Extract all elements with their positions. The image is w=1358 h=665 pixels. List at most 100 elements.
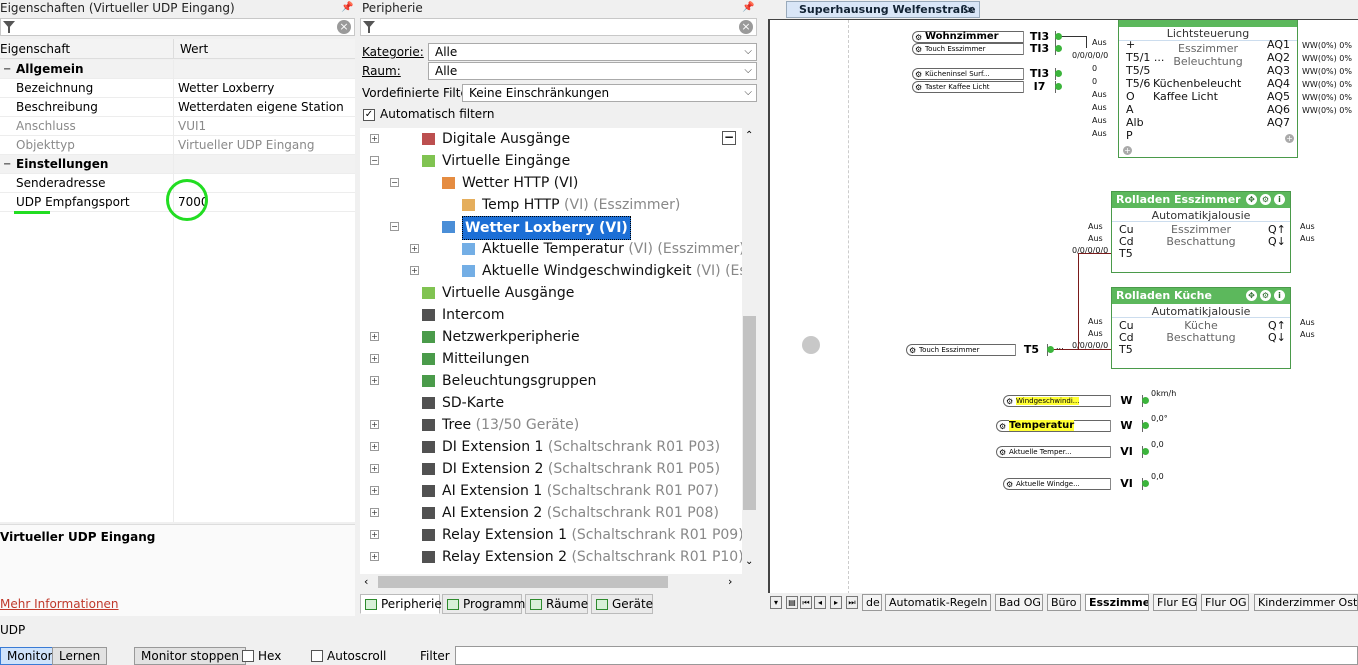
shutter-block-kueche[interactable]: Rolladen Küche ✥ ⚙ i Automatikjalousie Küc… (1111, 287, 1291, 369)
drag-handle[interactable] (802, 336, 820, 354)
shutter-block-esszimmer[interactable]: Rolladen Esszimmer ✥ ⚙ i Automatikjalousie… (1111, 191, 1291, 273)
add-input-icon[interactable]: + (1123, 146, 1132, 155)
tab-raeume[interactable]: Räume (525, 594, 588, 614)
tree-item[interactable]: + Tree (13/50 Geräte) (360, 414, 742, 436)
lighting-control-block[interactable]: Lichtsteuerung Esszimmer Beleuchtung + T5… (1118, 20, 1298, 158)
scroll-down-icon[interactable]: ⌄ (745, 556, 753, 567)
expand-icon[interactable]: + (370, 508, 379, 517)
auto-filter-checkbox[interactable]: ✓ (363, 109, 375, 121)
tree-item[interactable]: + Beleuchtungsgruppen (360, 370, 742, 392)
collapse-icon[interactable]: − (3, 155, 11, 174)
tree-item[interactable]: + Relay Extension 1 (Schaltschrank R01 P0… (360, 524, 742, 546)
expand-icon[interactable]: + (370, 134, 379, 143)
gear-icon[interactable]: ⚙ (1260, 290, 1271, 301)
output-connector[interactable] (1055, 45, 1062, 52)
input-block[interactable]: ⚙ Aktuelle Temper... VI (996, 446, 1143, 458)
input-block[interactable]: ⚙ Temperatur W (996, 420, 1143, 432)
program-canvas[interactable]: Lichtsteuerung Esszimmer Beleuchtung + T5… (768, 19, 1358, 593)
tree-item[interactable]: Intercom (360, 304, 742, 326)
pin-icon[interactable]: 📌 (341, 2, 353, 13)
page-tab[interactable]: Kinderzimmer Ost (1254, 594, 1358, 611)
gear-icon[interactable]: ⚙ (1260, 194, 1271, 205)
page-tab[interactable]: de (862, 594, 882, 611)
collapse-all-icon[interactable]: − (722, 131, 736, 145)
page-tab[interactable]: Büro (1047, 594, 1081, 611)
learn-button[interactable]: Lernen (52, 647, 108, 665)
tree-item[interactable]: Temp HTTP (VI) (Esszimmer) (360, 194, 742, 216)
tab-programm[interactable]: Programm (442, 594, 525, 614)
nav-prev-icon[interactable]: ◂ (814, 596, 826, 609)
expand-icon[interactable]: + (370, 332, 379, 341)
property-row[interactable]: Bezeichnung Wetter Loxberry (0, 79, 355, 98)
page-tab[interactable]: Flur OG (1201, 594, 1249, 611)
output-connector[interactable] (1055, 70, 1062, 77)
gear-icon[interactable]: ⚙ (999, 422, 1006, 432)
expand-icon[interactable]: + (370, 530, 379, 539)
property-row[interactable]: Beschreibung Wetterdaten eigene Station (0, 98, 355, 117)
expand-icon[interactable]: + (410, 266, 419, 275)
expand-icon[interactable]: + (370, 552, 379, 561)
move-icon[interactable]: ✥ (1246, 194, 1257, 205)
tree-item[interactable]: + Digitale Ausgänge (360, 128, 742, 150)
nav-dropdown-icon[interactable]: ▾ (770, 596, 782, 609)
tree-item[interactable]: + Aktuelle Windgeschwindigkeit (VI) (Essz… (360, 260, 742, 282)
output-connector[interactable] (1142, 422, 1149, 429)
expand-icon[interactable]: + (370, 464, 379, 473)
tree-item[interactable]: + DI Extension 2 (Schaltschrank R01 P05) (360, 458, 742, 480)
pin-icon[interactable]: 📌 (742, 2, 754, 13)
close-icon[interactable]: × (966, 2, 975, 17)
tab-peripherie[interactable]: Peripherie (360, 594, 442, 614)
properties-filter[interactable]: × (0, 18, 355, 36)
expand-icon[interactable]: + (370, 354, 379, 363)
tree-item[interactable]: + AI Extension 1 (Schaltschrank R01 P07) (360, 480, 742, 502)
expand-icon[interactable]: + (370, 486, 379, 495)
document-tab[interactable]: Superhausung Welfenstraße 6× (786, 1, 980, 31)
periphery-filter[interactable]: × (360, 18, 757, 36)
group-row[interactable]: − Allgemein (0, 60, 355, 79)
tree-item[interactable]: + Netzwerkperipherie (360, 326, 742, 348)
property-value[interactable]: Wetter Loxberry (178, 79, 274, 98)
tree-item[interactable]: SD-Karte (360, 392, 742, 414)
room-select[interactable]: Alle ⌵ (428, 62, 757, 80)
tree-item[interactable]: + AI Extension 2 (Schaltschrank R01 P08) (360, 502, 742, 524)
monitor-button[interactable]: Monitor (0, 647, 60, 665)
input-block[interactable]: ⚙ Taster Kaffee Licht I7 (912, 81, 1056, 93)
clear-filter-icon[interactable]: × (739, 20, 753, 34)
stop-monitor-button[interactable]: Monitor stoppen (134, 647, 246, 665)
output-connector[interactable] (1142, 480, 1149, 487)
scroll-right-icon[interactable]: › (728, 575, 732, 588)
gear-icon[interactable]: ⚙ (1006, 480, 1013, 490)
info-icon[interactable]: i (1274, 290, 1285, 301)
nav-first-icon[interactable]: ⏮ (800, 596, 812, 609)
property-value[interactable]: Wetterdaten eigene Station (178, 98, 344, 117)
predefined-filter-select[interactable]: Keine Einschränkungen ⌵ (462, 84, 757, 102)
monitor-filter-input[interactable] (455, 646, 1358, 665)
gear-icon[interactable]: ⚙ (915, 33, 922, 43)
info-icon[interactable]: i (1274, 194, 1285, 205)
page-tab[interactable]: Bad OG (995, 594, 1043, 611)
add-output-icon[interactable]: + (1285, 134, 1294, 143)
gear-icon[interactable]: ⚙ (909, 346, 916, 356)
gear-icon[interactable]: ⚙ (915, 70, 922, 80)
input-block[interactable]: ⚙ Touch Esszimmer TI3 (912, 43, 1056, 55)
collapse-icon[interactable]: − (390, 178, 399, 187)
scroll-thumb[interactable] (743, 316, 756, 510)
nav-last-icon[interactable]: ⏭ (846, 596, 858, 609)
input-block[interactable]: ⚙ Aktuelle Windge... VI (1003, 478, 1143, 490)
output-connector[interactable] (1055, 33, 1062, 40)
tree-item[interactable]: − Wetter HTTP (VI) (360, 172, 742, 194)
gear-icon[interactable]: ⚙ (999, 448, 1006, 458)
category-select[interactable]: Alle ⌵ (428, 43, 757, 61)
collapse-icon[interactable]: − (370, 156, 379, 165)
group-row[interactable]: − Einstellungen (0, 155, 355, 174)
output-connector[interactable] (1142, 397, 1149, 404)
output-connector[interactable] (1047, 346, 1054, 353)
output-connector[interactable] (1142, 448, 1149, 455)
expand-icon[interactable]: + (410, 244, 419, 253)
tree-item[interactable]: − Virtuelle Eingänge (360, 150, 742, 172)
tab-geraete[interactable]: Geräte (591, 594, 653, 614)
nav-list-icon[interactable]: ▤ (786, 596, 798, 609)
output-connector[interactable] (1055, 83, 1062, 90)
input-block[interactable]: ⚙ Kücheninsel Surf... TI3 (912, 68, 1056, 80)
autoscroll-checkbox[interactable] (311, 650, 323, 662)
